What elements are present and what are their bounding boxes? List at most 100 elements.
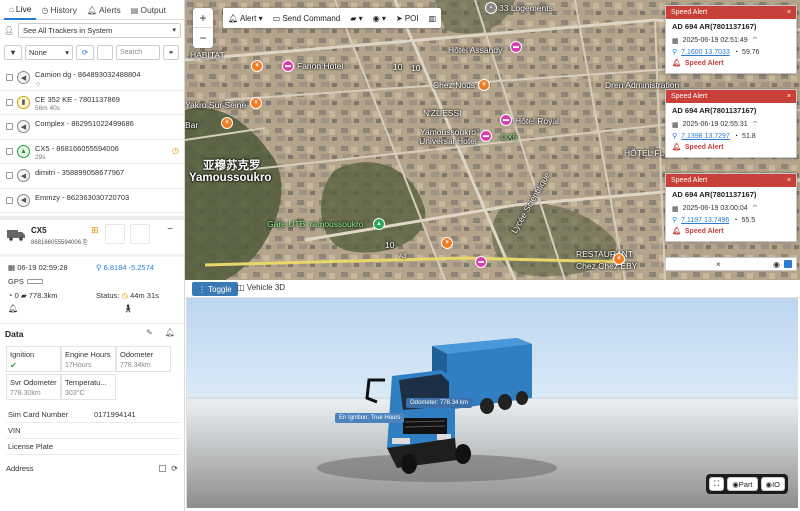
alert-coords-link[interactable]: 7.1600 13.7033 bbox=[681, 49, 730, 56]
tab-alerts[interactable]: 🔔︎ Alerts bbox=[82, 0, 126, 20]
copy-icon[interactable]: ⎘ bbox=[83, 240, 88, 246]
alert-body: AD 694 AR(7801137167) ▦ 2025-06-19 02:55… bbox=[666, 103, 796, 157]
alert-vehicle: AD 694 AR(7801137167) bbox=[672, 190, 757, 199]
restaurant-marker[interactable]: ¥ bbox=[221, 117, 233, 129]
refresh-icon[interactable]: ⟳ bbox=[171, 464, 178, 473]
hotel-marker[interactable]: ▬ bbox=[500, 114, 512, 126]
edit-icon[interactable]: ✎ bbox=[146, 328, 153, 337]
restaurant-marker[interactable]: ¥ bbox=[478, 79, 490, 91]
list-item[interactable]: ◀ dimitri - 358899058677967 bbox=[0, 164, 184, 189]
list-item[interactable]: ▮ CE 352 KE - 7801137869 56m 40s bbox=[0, 91, 184, 115]
alert-speed: 59.76 bbox=[742, 48, 760, 56]
home-icon: ⌂ bbox=[9, 4, 14, 14]
bell-icon[interactable]: 🔔︎ bbox=[8, 304, 18, 313]
collapse-button[interactable]: − bbox=[167, 224, 173, 235]
status-label: Status: bbox=[96, 291, 120, 300]
map-label: Bar bbox=[185, 120, 199, 130]
data-cell: Odometer 778.34km bbox=[116, 346, 171, 372]
map-label: N'ZUESSI bbox=[423, 108, 462, 118]
send-command-label: Send Command bbox=[282, 13, 341, 23]
speed-alert-card[interactable]: Speed Alert × AD 694 AR(7801137167) ▦ 20… bbox=[665, 89, 797, 158]
tracker-select[interactable]: See All Trackers in System ▾ bbox=[18, 22, 181, 38]
close-icon[interactable]: × bbox=[787, 9, 791, 16]
io-button[interactable]: ◉ IO bbox=[760, 477, 785, 491]
filter-button[interactable]: ▼ bbox=[4, 44, 22, 60]
zoom-out-button[interactable]: − bbox=[193, 28, 213, 48]
bell-icon[interactable]: 🔔︎ bbox=[165, 328, 175, 337]
vehicle-dropdown[interactable]: ▰ ▾ bbox=[350, 14, 362, 23]
list-item[interactable]: ◀ Complex - 862951022499686 bbox=[0, 115, 184, 140]
tab-live[interactable]: ⌂ Live bbox=[4, 0, 37, 20]
vehicle-3d-scene[interactable]: Odometer: 778.34 km En Ignition: True Ho… bbox=[186, 298, 798, 508]
vehicle-name: Complex - 862951022499686 bbox=[35, 119, 134, 128]
toggle-button[interactable]: ⋮ Toggle bbox=[192, 282, 238, 296]
row-checkbox[interactable] bbox=[6, 123, 13, 130]
close-all-icon[interactable]: × bbox=[716, 260, 721, 269]
tab-vehicle-3d[interactable]: ◫ Vehicle 3D bbox=[237, 283, 285, 292]
alert-coords-link[interactable]: 7.1197 13.7496 bbox=[681, 217, 729, 224]
select-all-checkbox[interactable] bbox=[97, 44, 113, 60]
part-button[interactable]: ◉ Part bbox=[727, 477, 758, 491]
device-action-slot[interactable] bbox=[105, 224, 125, 244]
restaurant-marker[interactable]: ¥ bbox=[613, 253, 625, 265]
fullscreen-button[interactable]: ⛶ bbox=[708, 477, 725, 491]
cell-value: 303°C bbox=[65, 390, 85, 397]
speed-alert-card[interactable]: Speed Alert × AD 694 AR(7801137167) ▦ 20… bbox=[665, 173, 797, 242]
device-action-slot[interactable] bbox=[130, 224, 150, 244]
close-icon[interactable]: × bbox=[787, 177, 791, 184]
cube-icon: ◫ bbox=[237, 283, 245, 292]
filter-select[interactable]: None ▾ bbox=[25, 44, 73, 60]
list-item[interactable]: ▲ CX5 - 868166055594006 29s ◷ bbox=[0, 140, 184, 164]
hotel-marker[interactable]: ▬ bbox=[475, 256, 487, 268]
monitor-icon: ▭ bbox=[272, 13, 281, 23]
road-label: A3 bbox=[399, 254, 407, 260]
hotel-marker[interactable]: ▬ bbox=[510, 41, 522, 53]
poi-button[interactable]: ➤ POI bbox=[396, 14, 419, 23]
close-icon[interactable]: × bbox=[787, 93, 791, 100]
alert-dropdown[interactable]: 🔔︎ Alert ▾ bbox=[228, 14, 263, 23]
row-checkbox[interactable] bbox=[6, 196, 13, 204]
truck-icon: ▰ bbox=[350, 13, 357, 23]
map-label: Gare UTB Yamoussoukro bbox=[267, 219, 364, 229]
station-marker[interactable]: ▲ bbox=[373, 218, 385, 230]
list-item[interactable]: ◀ Camion dg - 864893032488804 ⌔ bbox=[0, 66, 184, 91]
hotel-marker[interactable]: ▬ bbox=[282, 60, 294, 72]
tab-history[interactable]: ◷ History bbox=[36, 0, 81, 20]
data-section: Data ✎ 🔔︎ Ignition ✔ Engine Hours 17Hour… bbox=[0, 323, 184, 511]
address-checkbox[interactable] bbox=[159, 464, 166, 472]
tab-output[interactable]: ▤ Output bbox=[126, 0, 171, 20]
link-button[interactable]: ⚭ bbox=[163, 44, 179, 60]
row-checkbox[interactable] bbox=[6, 172, 13, 179]
alert-coords-link[interactable]: 7.1398 13.7297 bbox=[681, 133, 730, 140]
row-checkbox[interactable] bbox=[6, 98, 13, 106]
add-icon[interactable]: ⊞ bbox=[91, 225, 99, 236]
kv-key: VIN bbox=[8, 426, 21, 435]
chevron-down-icon: ▾ bbox=[358, 13, 363, 23]
row-checkbox[interactable] bbox=[6, 147, 13, 155]
row-checkbox[interactable] bbox=[6, 74, 13, 81]
restaurant-marker[interactable]: ¥ bbox=[441, 237, 453, 249]
search-input[interactable]: Search bbox=[116, 44, 160, 60]
hotel-marker[interactable]: ▬ bbox=[480, 130, 492, 142]
list-item[interactable]: ◀ Emmzy - 862363030720703 bbox=[0, 189, 184, 213]
restaurant-marker[interactable]: ¥ bbox=[251, 60, 263, 72]
vehicle-marker-label[interactable]: CX5 bbox=[501, 132, 518, 142]
device-coords[interactable]: ⚲ 6.8184 -5.2574 bbox=[96, 263, 154, 272]
datetime: ▦ 06-19 02:59:28 bbox=[8, 263, 68, 272]
speedometer-icon: ◔ bbox=[733, 48, 739, 56]
zoom-in-button[interactable]: + bbox=[193, 8, 213, 28]
kv-value: 0171994141 bbox=[94, 410, 136, 419]
show-alerts-checkbox[interactable] bbox=[784, 260, 792, 268]
map-layers-button[interactable]: ▥ bbox=[429, 14, 437, 23]
check-icon: ✔ bbox=[10, 361, 17, 370]
send-command-button[interactable]: ▭ Send Command bbox=[273, 14, 341, 23]
eye-icon[interactable]: ◉ bbox=[773, 260, 780, 269]
refresh-button[interactable]: ⟳ bbox=[76, 44, 94, 60]
poi-marker[interactable]: ▪ bbox=[485, 2, 497, 14]
document-icon: ▤ bbox=[130, 5, 139, 15]
alert-type-row: 🔔︎ Speed Alert bbox=[672, 143, 790, 152]
visibility-dropdown[interactable]: ◉ ▾ bbox=[373, 14, 386, 23]
restaurant-marker[interactable]: ¥ bbox=[250, 97, 262, 109]
speed-alert-card[interactable]: Speed Alert × AD 694 AR(7801137167) ▦ 20… bbox=[665, 5, 797, 74]
alert-body: AD 694 AR(7801137167) ▦ 2025-06-19 03:00… bbox=[666, 187, 796, 241]
